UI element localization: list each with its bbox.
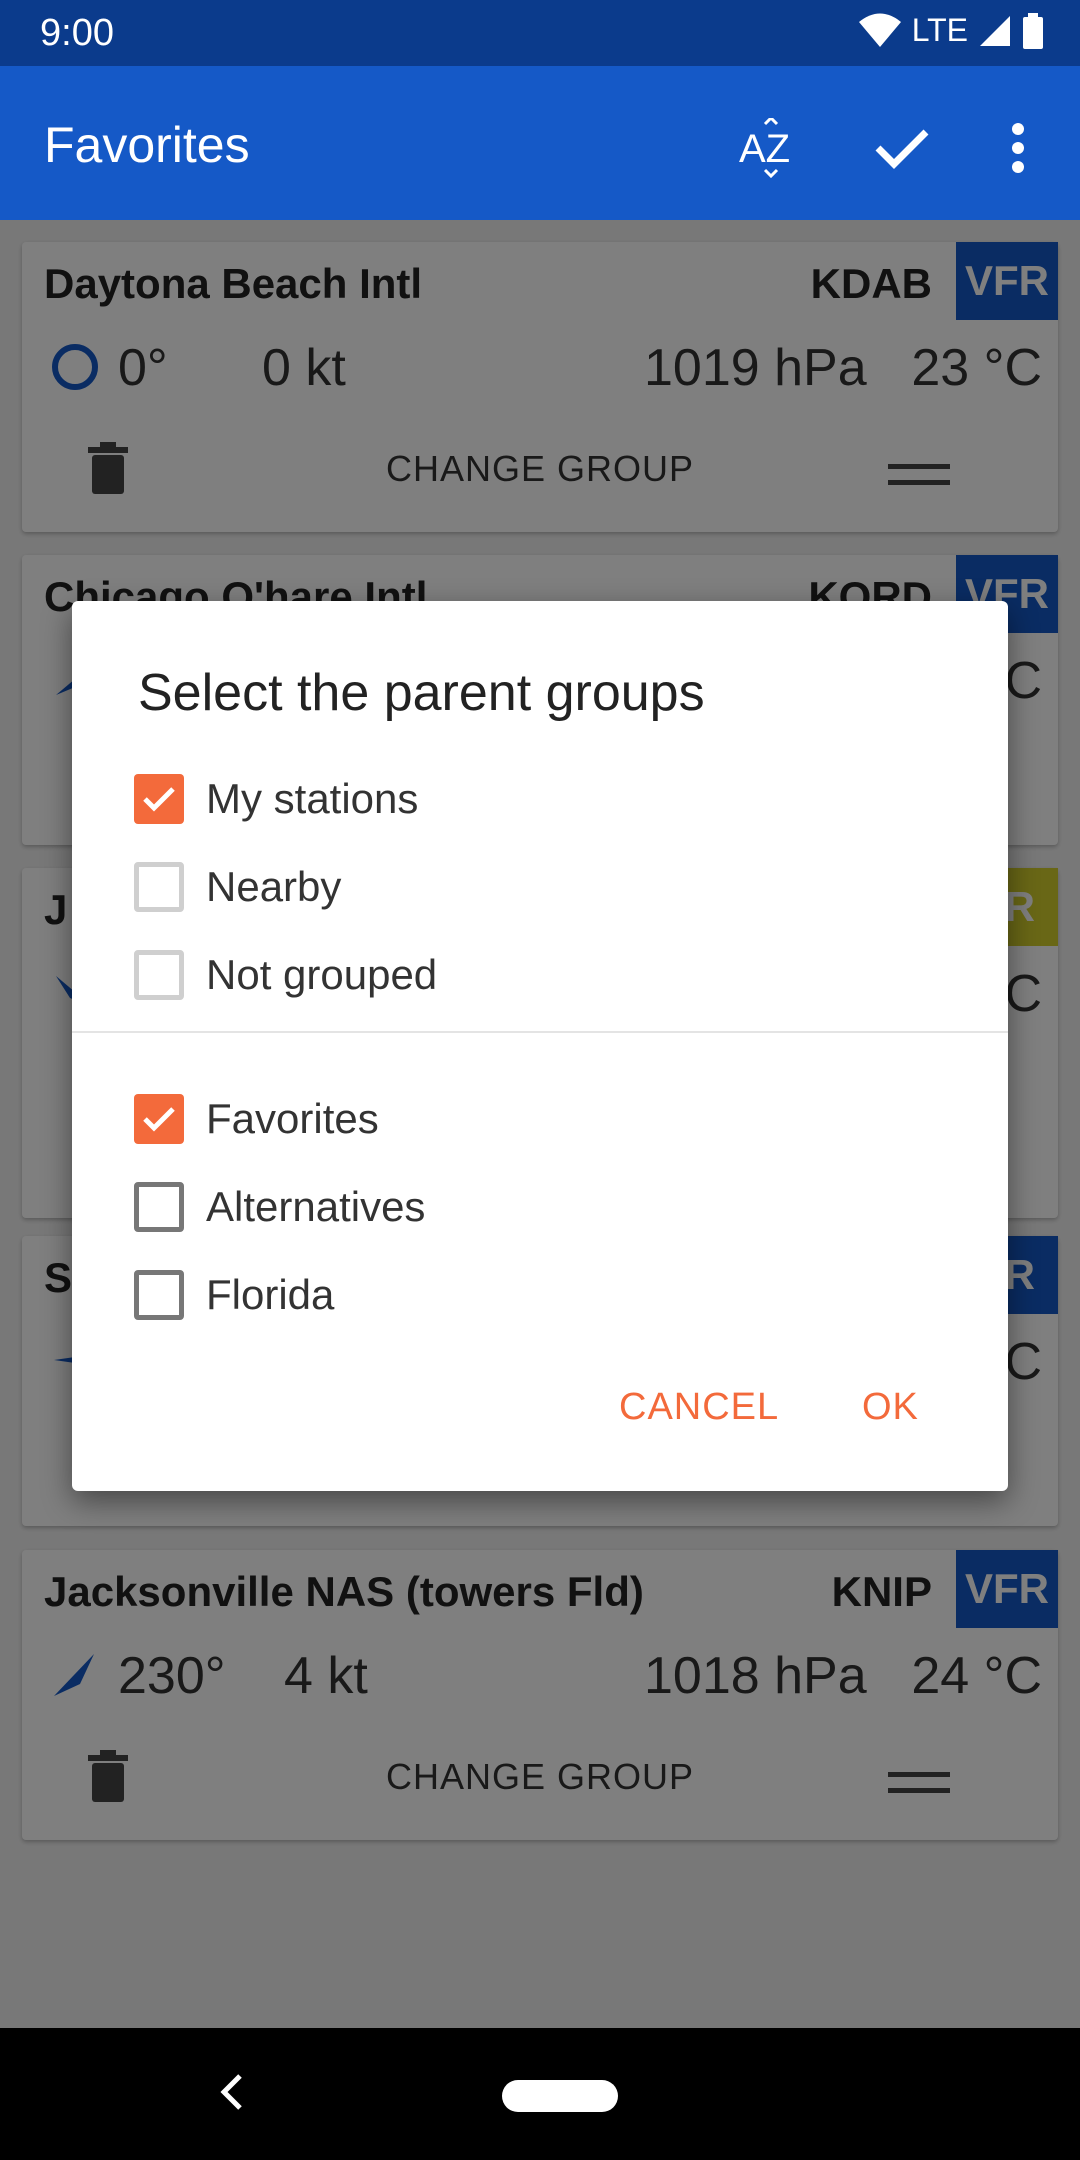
group-option-label: My stations [206,775,419,822]
dialog-title: Select the parent groups [138,664,705,722]
checkbox-checked-icon[interactable] [134,774,184,824]
group-option-label: Not grouped [206,951,438,998]
sort-az-button[interactable]: AZ [730,108,810,188]
divider [72,1031,1008,1033]
status-time: 9:00 [40,12,114,54]
confirm-button[interactable] [862,108,942,188]
signal-icon [980,15,1010,46]
group-option-not-grouped[interactable]: Not grouped [134,940,437,1010]
status-bar: 9:00 LTE [0,0,1080,66]
group-option-my-stations[interactable]: My stations [134,764,418,834]
check-icon [875,129,929,169]
group-option-nearby[interactable]: Nearby [134,852,341,922]
group-option-label: Nearby [206,863,342,910]
app-bar: Favorites AZ [0,66,1080,220]
sort-az-icon: AZ [739,118,790,178]
group-option-florida[interactable]: Florida [134,1260,334,1330]
checkbox-unchecked-icon[interactable] [134,1270,184,1320]
wifi-icon [858,13,901,47]
group-option-alternatives[interactable]: Alternatives [134,1172,425,1242]
status-icons: LTE [858,12,1044,49]
system-nav-bar [0,2028,1080,2160]
select-parent-groups-dialog: Select the parent groups My stations Nea… [72,601,1008,1491]
network-label: LTE [911,12,968,48]
back-icon[interactable] [218,2072,246,2112]
ok-button[interactable]: OK [862,1386,919,1429]
more-vert-icon [1012,123,1024,173]
checkbox-unchecked-icon[interactable] [134,1182,184,1232]
group-option-label: Favorites [206,1095,379,1142]
battery-icon [1023,12,1043,49]
group-option-label: Florida [206,1271,335,1318]
cancel-button[interactable]: CANCEL [619,1386,779,1429]
checkbox-disabled-icon[interactable] [134,950,184,1000]
group-option-label: Alternatives [206,1183,426,1230]
home-pill-button[interactable] [502,2080,618,2112]
group-option-favorites[interactable]: Favorites [134,1084,379,1154]
checkbox-disabled-icon[interactable] [134,862,184,912]
overflow-menu-button[interactable] [978,108,1058,188]
checkbox-checked-icon[interactable] [134,1094,184,1144]
sort-az-text: AZ [739,127,790,171]
page-title: Favorites [44,117,250,173]
